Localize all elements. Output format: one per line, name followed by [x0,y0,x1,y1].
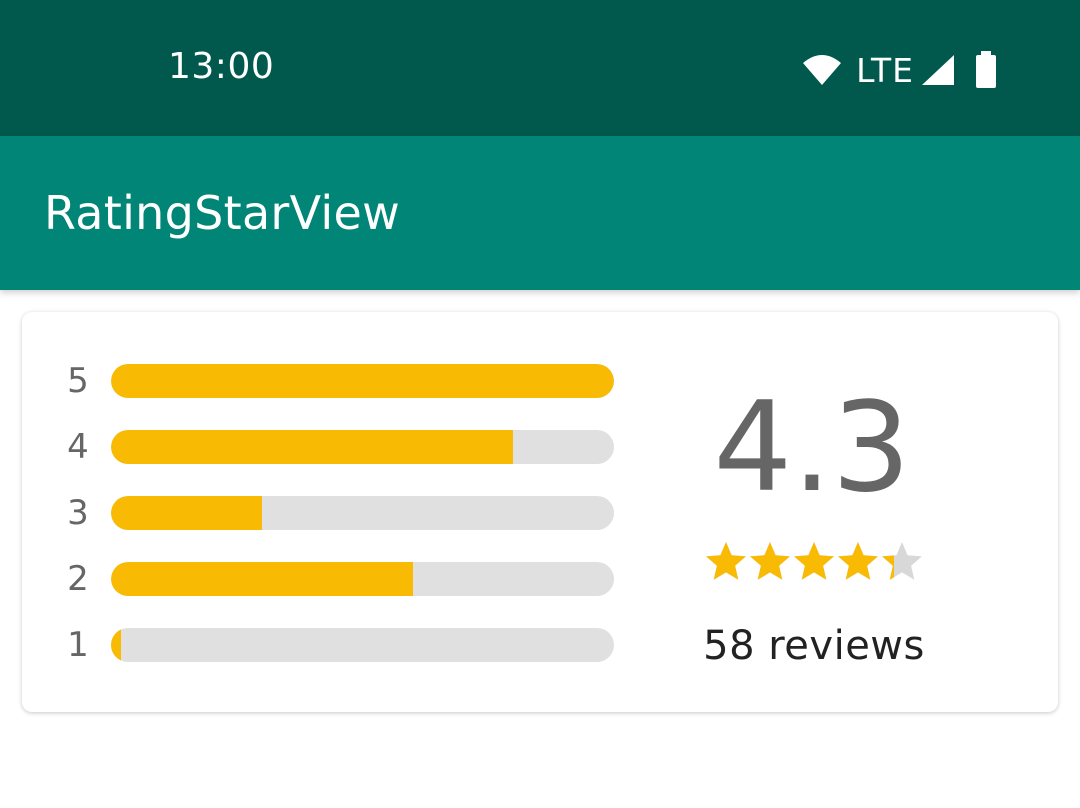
rating-bar-5 [111,364,614,398]
app-title: RatingStarView [44,186,401,240]
status-time: 13:00 [168,46,275,87]
star-rating [704,539,924,583]
star-icon [882,542,922,580]
rating-bar-fill-5 [111,364,614,398]
average-rating-value: 4.3 [713,376,911,520]
star-icon [750,542,790,580]
rating-bar-fill-2 [111,562,413,596]
rating-bar-label-1: 1 [67,625,89,665]
rating-bar-label-2: 2 [67,559,89,599]
rating-bar-3 [111,496,614,530]
wifi-icon [803,55,842,85]
star-icon [838,542,878,580]
rating-bar-2 [111,562,614,596]
rating-bar-label-5: 5 [67,361,89,401]
signal-icon [922,55,954,85]
status-bar: 13:00 LTE [0,0,1080,136]
rating-bar-label-4: 4 [67,427,89,467]
status-icons: LTE [802,50,1004,90]
rating-bar-label-3: 3 [67,493,89,533]
review-count: 58 reviews [703,623,925,669]
rating-bar-fill-4 [111,430,514,464]
rating-bar-1 [111,628,614,662]
star-icon [794,542,834,580]
network-type-label: LTE [856,50,914,90]
rating-bar-fill-3 [111,496,262,530]
star-icon [706,542,746,580]
rating-bar-4 [111,430,614,464]
battery-icon [976,51,996,88]
